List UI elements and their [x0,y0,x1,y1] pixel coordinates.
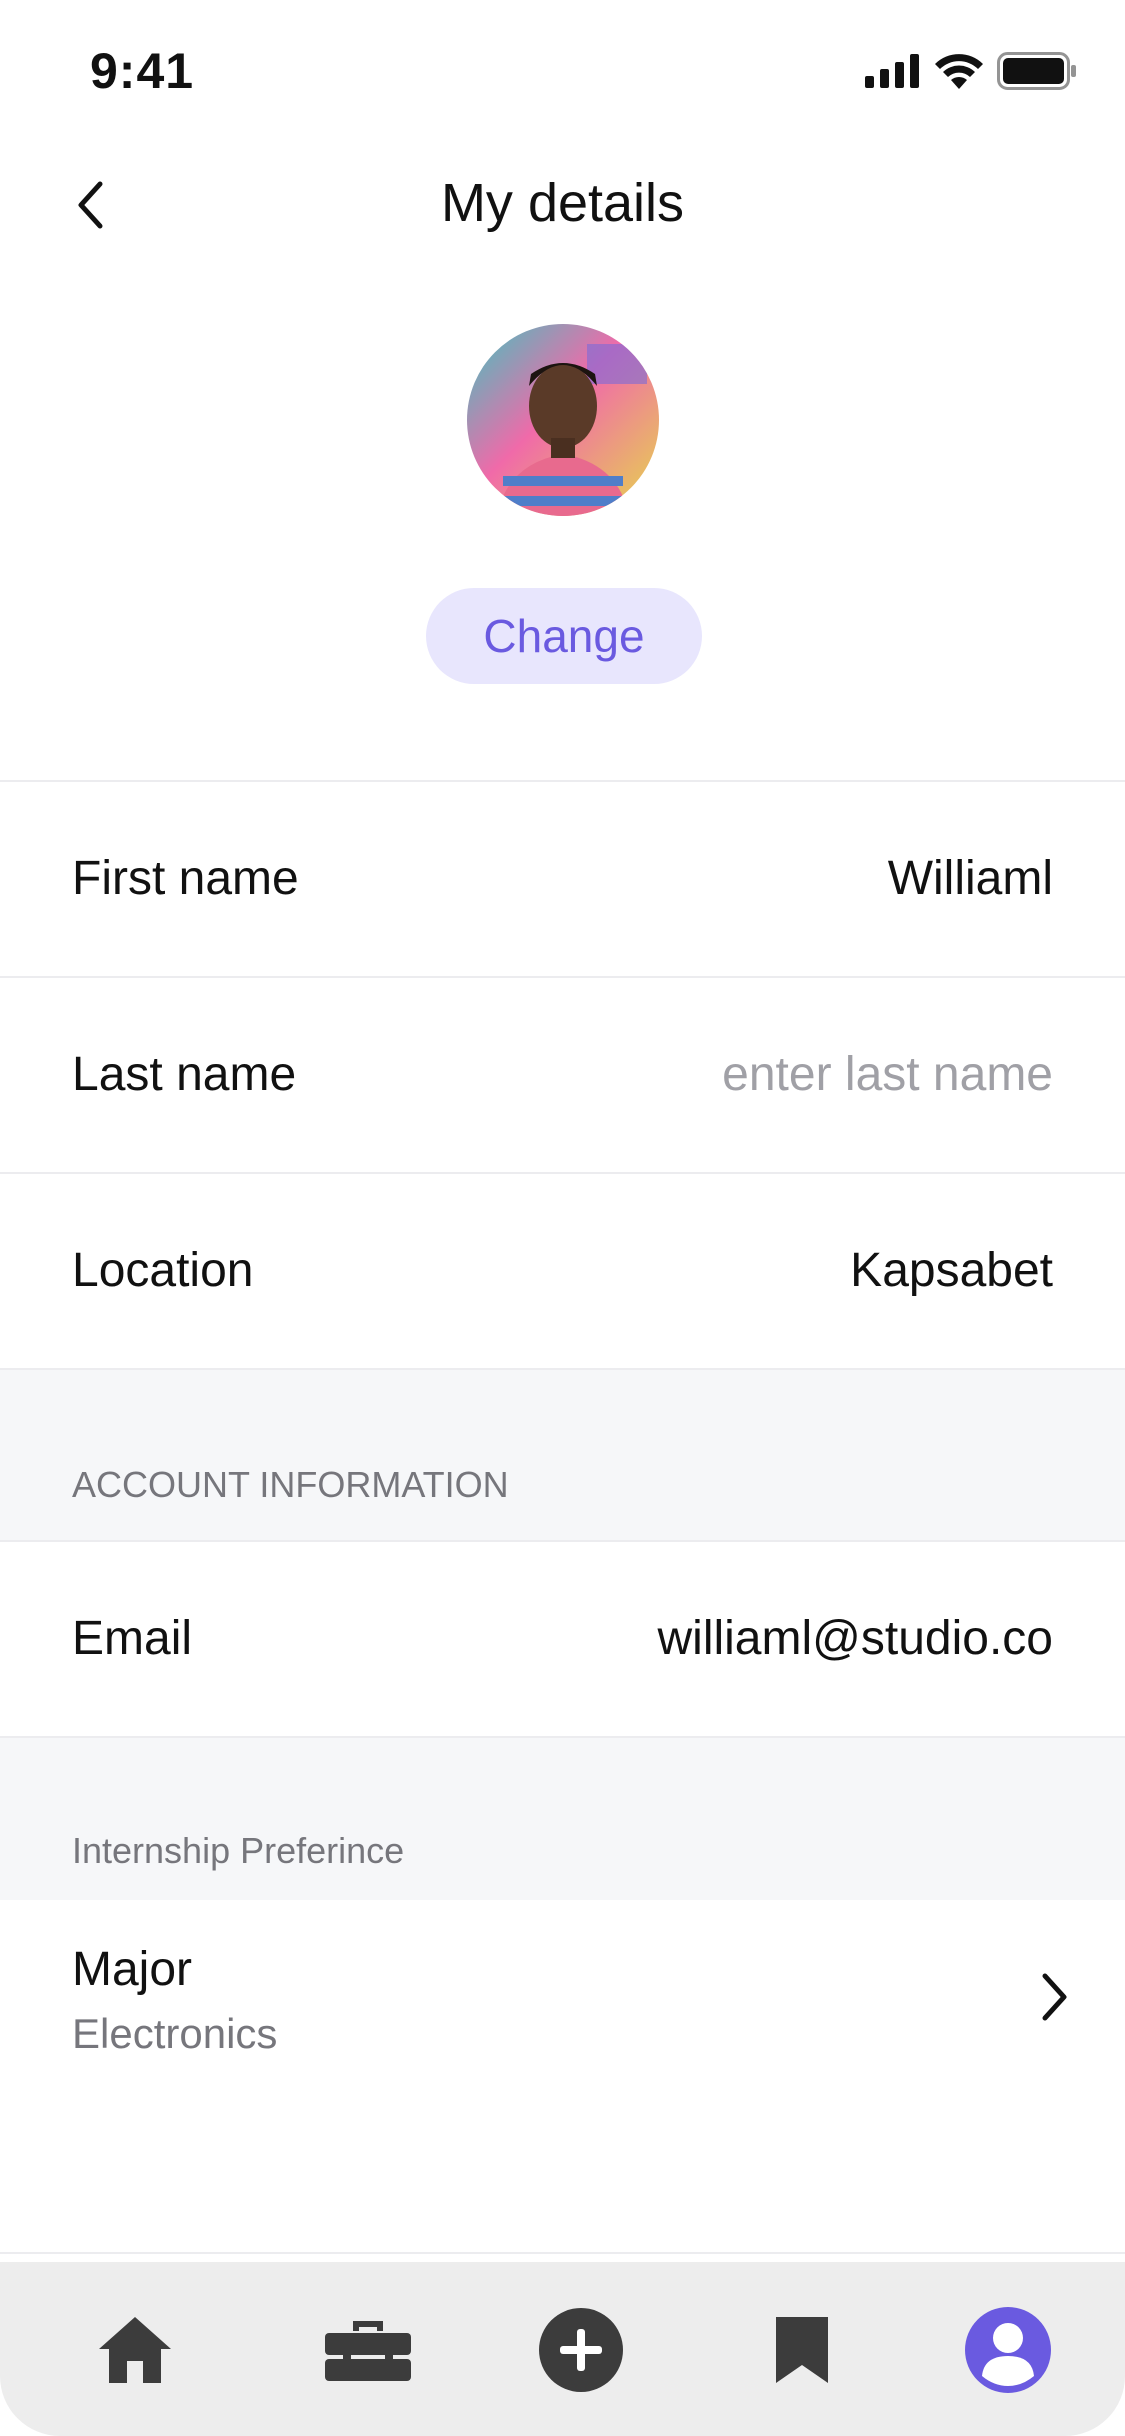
change-photo-button[interactable]: Change [426,588,702,684]
location-value[interactable]: Kapsabet [850,1174,1053,1368]
last-name-row[interactable]: Last name enter last name [0,976,1125,1172]
tab-add[interactable] [531,2300,631,2400]
first-name-label: First name [72,852,299,905]
last-name-input[interactable]: enter last name [722,978,1053,1172]
first-name-value[interactable]: Williaml [888,782,1053,976]
email-row[interactable]: Email williaml@studio.co [0,1540,1125,1736]
major-row[interactable]: Major Electronics [0,1900,1125,2100]
add-icon [539,2308,623,2392]
tab-jobs[interactable] [318,2300,418,2400]
tab-bar [0,2262,1125,2436]
battery-icon [997,52,1076,90]
tab-bookmarks[interactable] [752,2300,852,2400]
status-time: 9:41 [90,43,195,99]
account-section-header: ACCOUNT INFORMATION [0,1368,1125,1540]
status-bar: 9:41 [0,0,1125,140]
profile-icon [965,2307,1051,2393]
internship-section-header: Internship Preferince [0,1736,1125,1906]
internship-section-title: Internship Preferince [72,1830,405,1871]
page-title: My details [440,173,685,233]
divider [0,2252,1125,2254]
email-label: Email [72,1612,193,1665]
signal-icon [865,54,919,88]
account-section-title: ACCOUNT INFORMATION [72,1464,509,1505]
briefcase-icon [325,2321,411,2381]
major-label: Major [72,1943,193,1996]
location-row[interactable]: Location Kapsabet [0,1172,1125,1368]
first-name-row[interactable]: First name Williaml [0,780,1125,976]
tab-profile[interactable] [958,2300,1058,2400]
location-label: Location [72,1244,254,1297]
details-list: First name Williaml Last name enter last… [0,780,1125,1906]
status-icons [865,52,1077,90]
last-name-label: Last name [72,1048,297,1101]
avatar [467,324,659,516]
bookmark-icon [776,2317,828,2383]
wifi-icon [935,54,983,89]
email-value[interactable]: williaml@studio.co [657,1542,1053,1736]
home-icon [99,2317,171,2383]
chevron-right-icon [1042,1973,1067,2021]
nav-bar: My details [0,150,1125,260]
tab-home[interactable] [85,2300,185,2400]
major-value: Electronics [72,2010,278,2057]
